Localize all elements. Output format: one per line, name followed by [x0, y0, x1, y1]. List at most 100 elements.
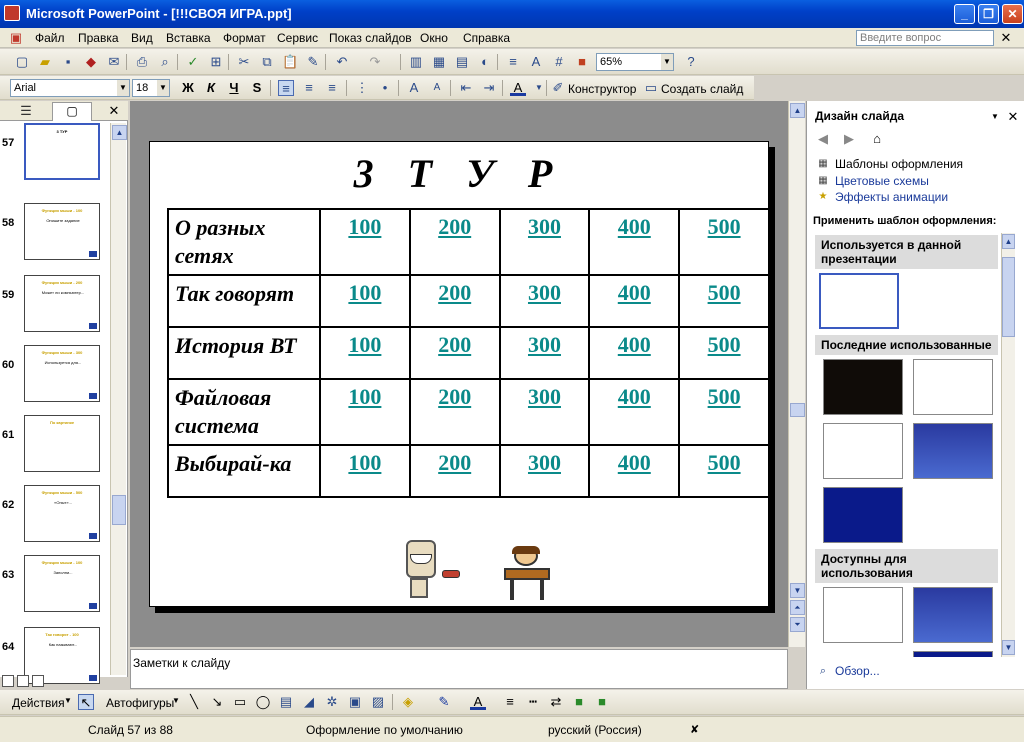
designer-icon[interactable]: ✐	[550, 80, 566, 96]
template-default[interactable]	[819, 273, 899, 329]
points-link[interactable]: 200	[438, 332, 471, 357]
normal-view-button[interactable]	[2, 675, 14, 687]
slide-thumbnail[interactable]: Функция мыши - 100 Заполни...	[24, 555, 100, 612]
dash-style-icon[interactable]: ┅	[525, 694, 541, 710]
increase-indent-icon[interactable]: ⇥	[481, 80, 497, 96]
points-link[interactable]: 500	[708, 332, 741, 357]
menu-help[interactable]: Справка	[463, 31, 510, 45]
align-left-icon[interactable]: ≡	[278, 80, 294, 96]
cut-icon[interactable]: ✂	[236, 54, 252, 70]
menu-slideshow[interactable]: Показ слайдов	[329, 31, 412, 45]
oval-icon[interactable]: ◯	[255, 694, 271, 710]
slide-thumbnail[interactable]: Функция мыши - 300 Используется для...	[24, 345, 100, 402]
points-link[interactable]: 200	[438, 450, 471, 475]
redo-icon[interactable]: ↷	[367, 54, 383, 70]
points-link[interactable]: 400	[618, 280, 651, 305]
slide-thumbnail[interactable]: По картинке	[24, 415, 100, 472]
spelling-icon[interactable]: ✓	[185, 54, 201, 70]
points-link[interactable]: 100	[348, 384, 381, 409]
help-icon[interactable]: ?	[683, 54, 699, 70]
task-pane-menu-icon[interactable]: ▼	[987, 109, 1003, 125]
slide-thumbnail[interactable]: Функция мыши - 100 Опишите задание	[24, 203, 100, 260]
slideshow-button[interactable]	[32, 675, 44, 687]
template-recent-2[interactable]	[913, 359, 993, 415]
actions-dropdown-icon[interactable]: ▼	[64, 696, 72, 705]
gallery-scroll-thumb[interactable]	[1002, 257, 1015, 337]
textbox-icon[interactable]: ▤	[278, 694, 294, 710]
show-formatting-icon[interactable]: A	[528, 54, 544, 70]
task-pane-close-icon[interactable]: ✕	[1005, 109, 1021, 125]
insert-table-icon[interactable]: ▦	[431, 54, 447, 70]
diagram-icon[interactable]: ✲	[324, 694, 340, 710]
new-icon[interactable]: ▢	[14, 54, 30, 70]
previous-slide-button[interactable]: ⏶	[790, 600, 805, 615]
menu-insert[interactable]: Вставка	[166, 31, 211, 45]
close-document-icon[interactable]: ✕	[998, 30, 1014, 46]
insert-picture-icon[interactable]: ◐	[477, 54, 493, 70]
arrow-style-icon[interactable]: ⇄	[548, 694, 564, 710]
print-preview-icon[interactable]: ⌕	[157, 54, 173, 70]
points-link[interactable]: 200	[438, 280, 471, 305]
line-style-icon[interactable]: ≡	[502, 694, 518, 710]
points-link[interactable]: 400	[618, 450, 651, 475]
align-center-icon[interactable]: ≡	[301, 80, 317, 96]
template-recent-1[interactable]	[823, 359, 903, 415]
align-right-icon[interactable]: ≡	[324, 80, 340, 96]
color-grayscale-icon[interactable]: ■	[574, 54, 590, 70]
decrease-indent-icon[interactable]: ⇤	[458, 80, 474, 96]
menu-window[interactable]: Окно	[420, 31, 448, 45]
slide-sorter-button[interactable]	[17, 675, 29, 687]
slide-scrollbar[interactable]: ▲ ▼ ⏶ ⏷	[788, 101, 805, 647]
clipart-icon[interactable]: ▣	[347, 694, 363, 710]
template-recent-3[interactable]	[823, 423, 903, 479]
points-link[interactable]: 300	[528, 332, 561, 357]
bold-button[interactable]: Ж	[180, 80, 196, 96]
expand-all-icon[interactable]: ≡	[505, 54, 521, 70]
permission-icon[interactable]: ◆	[83, 54, 99, 70]
autoshapes-menu[interactable]: Автофигуры	[106, 696, 174, 710]
font-size-combo[interactable]: 18 ▼	[132, 79, 170, 97]
font-color-icon[interactable]: A	[510, 80, 526, 96]
picture-icon[interactable]: ▨	[370, 694, 386, 710]
color-schemes-link[interactable]: Цветовые схемы	[835, 174, 929, 188]
scroll-thumb[interactable]	[790, 403, 805, 417]
scroll-down-button[interactable]: ▼	[790, 583, 805, 598]
slides-tab[interactable]: ▢	[52, 102, 92, 121]
slide-thumbnail[interactable]: Функция мыши - 500 «Опыт»...	[24, 485, 100, 542]
print-icon[interactable]: ⎙	[134, 54, 150, 70]
save-icon[interactable]: ▪	[60, 54, 76, 70]
points-link[interactable]: 200	[438, 214, 471, 239]
minimize-button[interactable]: _	[954, 4, 975, 24]
points-link[interactable]: 400	[618, 332, 651, 357]
format-painter-icon[interactable]: ✎	[305, 54, 321, 70]
forward-icon[interactable]: ▶	[841, 131, 857, 147]
document-icon[interactable]: ▣	[8, 30, 24, 46]
insert-chart-icon[interactable]: ▥	[408, 54, 424, 70]
zoom-combo[interactable]: 65% ▼	[596, 53, 674, 71]
menu-view[interactable]: Вид	[131, 31, 153, 45]
slide-thumbnail[interactable]: Функция мыши - 200 Может ли компьютер...	[24, 275, 100, 332]
points-link[interactable]: 500	[708, 214, 741, 239]
paste-icon[interactable]: 📋	[282, 54, 298, 70]
next-slide-button[interactable]: ⏷	[790, 617, 805, 632]
points-link[interactable]: 500	[708, 280, 741, 305]
points-link[interactable]: 300	[528, 280, 561, 305]
home-icon[interactable]: ⌂	[869, 131, 885, 147]
close-pane-icon[interactable]: ✕	[106, 103, 122, 119]
slide-title[interactable]: 3 Т У Р	[150, 150, 768, 197]
points-link[interactable]: 100	[348, 214, 381, 239]
shadow-button[interactable]: S	[249, 80, 265, 96]
menu-file[interactable]: Файл	[35, 31, 65, 45]
numbering-icon[interactable]: ⋮	[354, 80, 370, 96]
points-link[interactable]: 300	[528, 214, 561, 239]
template-recent-5[interactable]	[823, 487, 903, 543]
line-color-icon[interactable]: ✎	[436, 694, 452, 710]
template-available-3[interactable]	[913, 651, 993, 657]
menu-tools[interactable]: Сервис	[277, 31, 318, 45]
points-link[interactable]: 300	[528, 450, 561, 475]
powerpoint-app-icon[interactable]	[4, 5, 20, 21]
scroll-up-button[interactable]: ▲	[112, 125, 127, 140]
increase-font-icon[interactable]: A	[406, 80, 422, 96]
font-color-icon[interactable]: A	[470, 694, 486, 710]
points-link[interactable]: 400	[618, 214, 651, 239]
